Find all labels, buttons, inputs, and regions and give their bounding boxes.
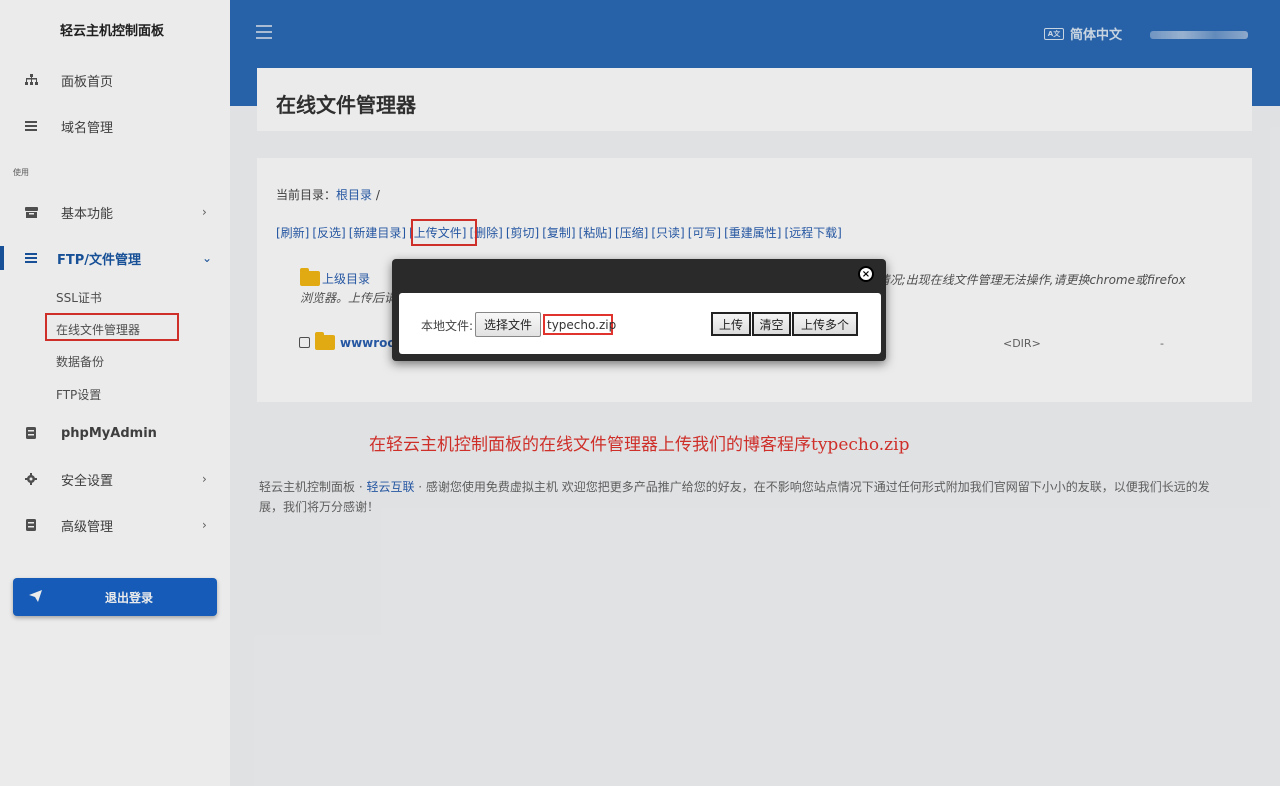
modal-overlay [0, 0, 1280, 786]
close-icon[interactable]: × [858, 266, 874, 282]
local-file-label: 本地文件: [421, 319, 474, 333]
upload-multiple-button[interactable]: 上传多个 [792, 312, 858, 336]
upload-modal [392, 259, 886, 361]
clear-button[interactable]: 清空 [752, 312, 791, 336]
upload-button[interactable]: 上传 [711, 312, 751, 336]
selected-file-name: typecho.zip [543, 314, 616, 335]
choose-file-button[interactable]: 选择文件 [475, 312, 541, 337]
